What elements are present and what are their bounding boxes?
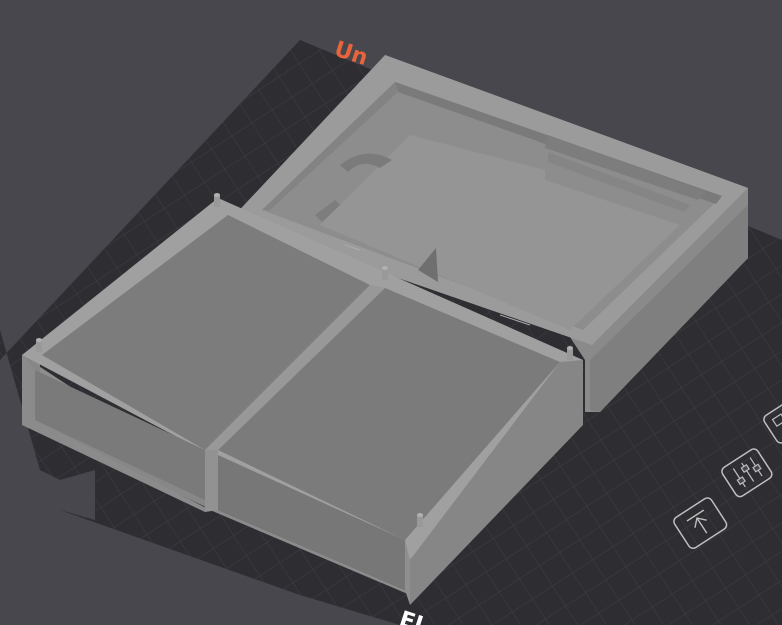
3d-viewport[interactable]: Un EL xyxy=(0,0,782,625)
